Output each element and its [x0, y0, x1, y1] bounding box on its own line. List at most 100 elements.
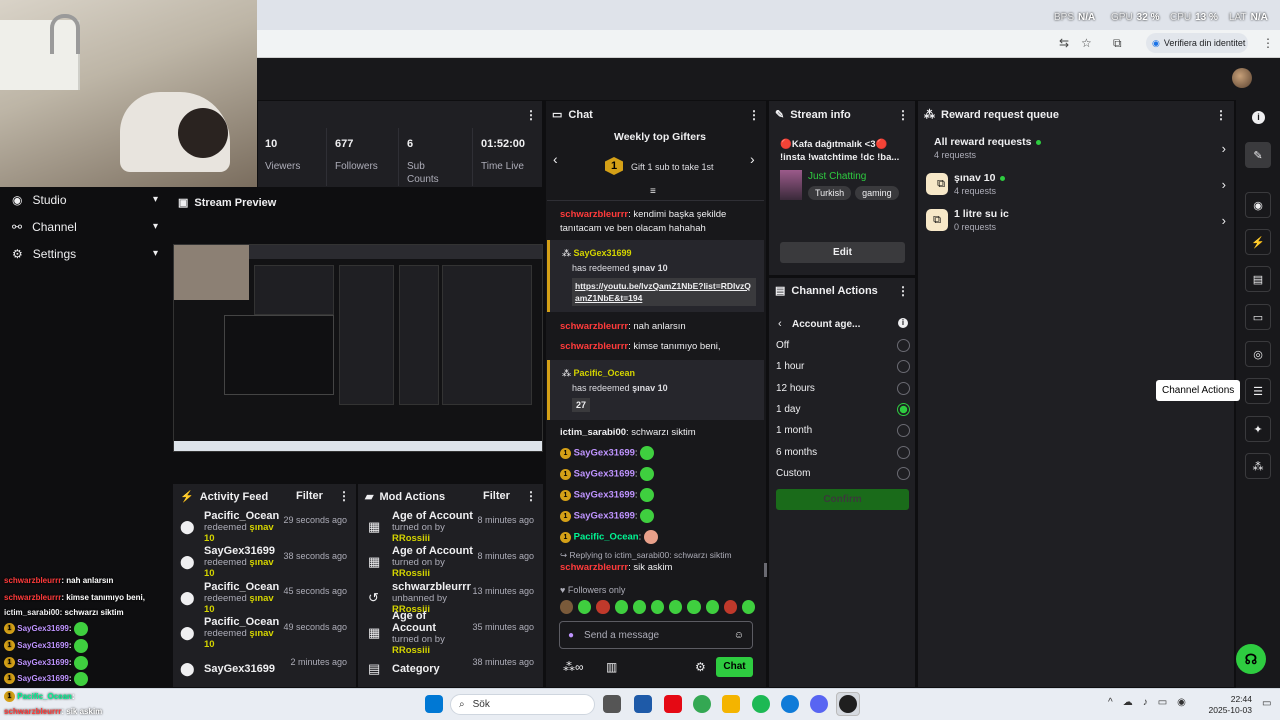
translate-icon[interactable]: ⇆	[1059, 36, 1069, 50]
list-item[interactable]: ▦ Age of Account turned on by RRossiii 35 m…	[360, 610, 544, 656]
option-12-hours[interactable]: 12 hours	[776, 378, 910, 399]
edge-icon[interactable]	[781, 695, 799, 713]
studio-icon[interactable]: ◉	[1245, 192, 1271, 218]
task-view-icon[interactable]	[603, 695, 621, 713]
points-icon[interactable]: ⁂	[1245, 453, 1271, 479]
wrench-icon[interactable]: ✦	[1245, 416, 1271, 442]
spotify-icon[interactable]	[752, 695, 770, 713]
chat-message: 1 SayGex31699:	[560, 509, 750, 524]
overlay-line: 1 SayGex31699:	[4, 654, 88, 671]
overlay-line: schwarzbleurrr: nah anlarsın	[4, 576, 114, 585]
edit-button[interactable]: Edit	[780, 242, 905, 263]
extensions-icon[interactable]: ⧉	[1113, 36, 1122, 51]
collapse-icon[interactable]: ≡	[650, 186, 656, 197]
confirm-button[interactable]: Confirm	[776, 489, 909, 510]
chat-menu-icon[interactable]: ⋮	[748, 108, 760, 122]
browser-address-bar[interactable]	[257, 30, 1280, 58]
discord-icon[interactable]	[810, 695, 828, 713]
stats-menu-icon[interactable]: ⋮	[525, 108, 537, 122]
tag[interactable]: Turkish	[808, 186, 852, 200]
channel-actions-menu-icon[interactable]: ⋮	[897, 284, 909, 298]
chat-send-button[interactable]: Chat	[716, 657, 753, 677]
overlay-chat-tail: 1 Pacific_Ocean: schwarzbleurrr: sik ask…	[0, 688, 172, 720]
list-item[interactable]: ▦ Age of Account turned on by RRossiii 8 mi…	[360, 509, 544, 545]
bookmark-star-icon[interactable]: ☆	[1081, 36, 1092, 50]
overlay-line: 1 SayGex31699:	[4, 620, 88, 637]
identity-button[interactable]: ◉ Verifiera din identitet	[1146, 33, 1248, 53]
mod-filter-button[interactable]: Filter	[483, 490, 510, 502]
reward-row[interactable]: ⧉ 1 litre su ic 0 requests ›	[926, 208, 1226, 232]
store-icon[interactable]	[634, 695, 652, 713]
browser-menu-icon[interactable]: ⋮	[1262, 36, 1274, 50]
stream-info-menu-icon[interactable]: ⋮	[897, 108, 909, 122]
option-off[interactable]: Off	[776, 335, 910, 356]
channel-actions-icon[interactable]: ☰	[1245, 378, 1271, 404]
category-name[interactable]: Just Chatting	[808, 171, 866, 182]
broadcast-icon[interactable]: ◎	[1245, 341, 1271, 367]
stat-subs: 6 Sub Counts	[399, 128, 473, 186]
notifications-icon[interactable]: ▭	[1262, 698, 1271, 709]
info-icon[interactable]: i	[898, 318, 908, 328]
mic-icon[interactable]: ●	[568, 630, 574, 641]
lightning-icon: ⚡	[180, 491, 194, 503]
info-icon[interactable]: i	[1252, 111, 1265, 124]
reward-queue-menu-icon[interactable]: ⋮	[1215, 108, 1227, 122]
activity-menu-icon[interactable]: ⋮	[338, 489, 350, 503]
list-item[interactable]: ⬤ Pacific_Ocean redeemed şınav 10 45 second…	[172, 580, 357, 616]
gear-icon[interactable]: ⚙	[695, 660, 706, 674]
nav-studio[interactable]: ◉ Studio ▾	[0, 186, 172, 213]
lightning-icon[interactable]: ⚡	[1245, 229, 1271, 255]
all-rewards-row[interactable]: All reward requests 4 requests ›	[926, 136, 1226, 160]
back-icon[interactable]: ‹	[778, 318, 782, 330]
steam-icon[interactable]	[836, 692, 860, 716]
option-6-months[interactable]: 6 months	[776, 442, 910, 463]
undo-icon: ↺	[368, 589, 379, 605]
list-item[interactable]: ⬤ Pacific_Ocean redeemed şınav 10 49 second…	[172, 616, 357, 652]
nav-channel[interactable]: ⚯ Channel ▾	[0, 213, 172, 240]
system-tray[interactable]: ^☁♪▭◉	[1108, 697, 1196, 708]
app-header	[257, 58, 1280, 100]
reward-row[interactable]: ⧉ şınav 10 4 requests ›	[926, 172, 1226, 196]
option-1-day[interactable]: 1 day	[776, 399, 910, 420]
chevron-left-icon[interactable]: ‹	[553, 151, 558, 167]
file-explorer-icon[interactable]	[722, 695, 740, 713]
gifters-text: Gift 1 sub to take 1st	[631, 162, 714, 172]
list-item[interactable]: ⬤ SayGex31699 2 minutes ago	[172, 651, 357, 687]
list-item[interactable]: ⬤ SayGex31699 redeemed şınav 10 38 seconds …	[172, 545, 357, 581]
chat-icon[interactable]: ▭	[1245, 304, 1271, 330]
emote-bar[interactable]	[560, 600, 756, 616]
netflix-icon[interactable]	[664, 695, 682, 713]
chat-input[interactable]: ● Send a message ☺	[559, 621, 753, 649]
option-1-hour[interactable]: 1 hour	[776, 356, 910, 377]
start-icon[interactable]	[425, 695, 443, 713]
tag[interactable]: gaming	[855, 186, 899, 200]
chrome-icon[interactable]	[693, 695, 711, 713]
activity-filter-button[interactable]: Filter	[296, 490, 323, 502]
edit-icon[interactable]: ✎	[1245, 142, 1271, 168]
calendar-icon: ▦	[368, 625, 381, 641]
avatar[interactable]	[1232, 68, 1252, 88]
points-icon[interactable]: ⁂∞	[563, 660, 584, 674]
taskbar-search[interactable]: ⌕ Sök	[450, 694, 595, 715]
option-1-month[interactable]: 1 month	[776, 420, 910, 441]
store-icon[interactable]: ▥	[606, 660, 617, 674]
overlay-chat: schwarzbleurrr: nah anlarsın schwarzbleu…	[0, 568, 172, 688]
gifters-title: Weekly top Gifters	[614, 131, 706, 143]
support-icon[interactable]: ☊	[1236, 644, 1266, 674]
mod-menu-icon[interactable]: ⋮	[525, 489, 537, 503]
chevron-right-icon: ›	[1221, 140, 1226, 156]
list-item[interactable]: ▦ Age of Account turned on by RRossiii 8 mi…	[360, 545, 544, 581]
reward-item-icon: ⧉	[926, 209, 948, 231]
nav-settings[interactable]: ⚙ Settings ▾	[0, 240, 172, 267]
list-item[interactable]: ▤ Category 38 minutes ago	[360, 651, 544, 687]
stream-preview-video[interactable]	[173, 244, 543, 452]
option-custom[interactable]: Custom	[776, 463, 910, 484]
clock[interactable]: 22:44 2025-10-03	[1207, 694, 1252, 716]
tag-list: Turkish gaming	[808, 186, 908, 200]
list-item[interactable]: ⬤ Pacific_Ocean redeemed şınav 10 29 second…	[172, 509, 357, 545]
document-icon[interactable]: ▤	[1245, 266, 1271, 292]
emote-picker-icon[interactable]: ☺	[734, 630, 744, 641]
chevron-right-icon[interactable]: ›	[750, 151, 755, 167]
redeem-link[interactable]: https://youtu.be/lvzQamZ1NbE?list=RDlvzQ…	[572, 278, 756, 306]
chat-scrollbar[interactable]	[764, 563, 767, 577]
